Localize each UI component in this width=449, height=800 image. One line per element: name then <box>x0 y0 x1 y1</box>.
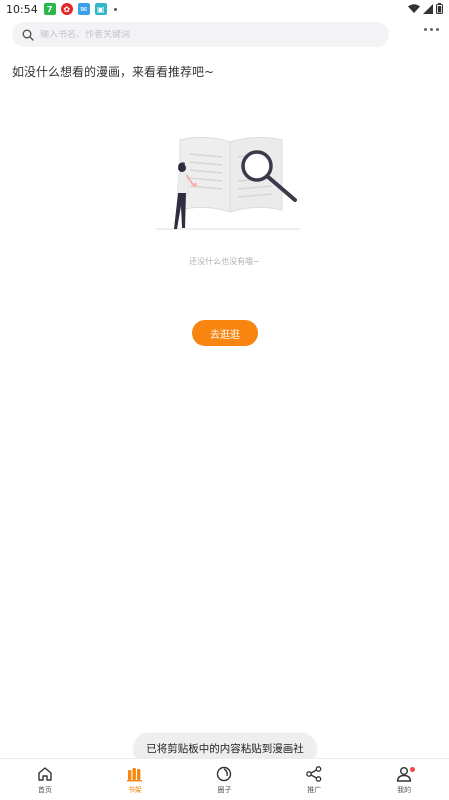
nav-item-home[interactable]: 首页 <box>0 759 90 800</box>
battery-icon <box>436 3 443 14</box>
nav-item-circle[interactable]: 圈子 <box>180 759 270 800</box>
nav-label-profile: 我的 <box>397 785 412 794</box>
status-bar: 10:54 7 ✿ ✉ ▣ <box>0 0 449 18</box>
status-right <box>408 3 443 14</box>
nav-item-profile[interactable]: 我的 <box>359 759 449 800</box>
empty-illustration <box>156 136 300 230</box>
nav-label-home: 首页 <box>37 785 52 794</box>
nav-label-promote: 推广 <box>307 785 322 794</box>
bottom-nav: 首页 书架 圈子 推广 我的 <box>0 758 449 800</box>
bookshelf-icon <box>126 767 142 781</box>
empty-state-text: 还没什么也没有哦~ <box>189 257 260 266</box>
circle-icon <box>217 766 232 781</box>
signal-icon <box>423 3 433 14</box>
search-bar[interactable] <box>12 22 389 47</box>
app-green-icon: 7 <box>43 3 56 15</box>
notification-badge-dot <box>410 767 416 772</box>
more-options-button[interactable] <box>424 28 439 31</box>
wifi-icon <box>408 3 420 13</box>
app-blue-icon: ✉ <box>77 3 90 15</box>
share-icon <box>306 765 322 782</box>
go-browse-button[interactable]: 去逛逛 <box>192 320 258 346</box>
recommend-prompt: 如没什么想看的漫画，来看看推荐吧~ <box>12 65 215 79</box>
screen: 10:54 7 ✿ ✉ ▣ 如没什么想看的漫画，来看看推荐吧~ <box>0 0 449 800</box>
app-teal-icon: ▣ <box>94 3 107 15</box>
status-time: 10:54 <box>6 2 38 16</box>
home-icon <box>38 766 52 781</box>
more-notifications-icon <box>113 7 117 11</box>
nav-item-bookshelf[interactable]: 书架 <box>90 759 180 800</box>
app-red-icon: ✿ <box>60 3 73 15</box>
search-input[interactable] <box>40 29 360 40</box>
nav-item-promote[interactable]: 推广 <box>269 759 359 800</box>
search-icon <box>22 29 34 41</box>
nav-label-circle: 圈子 <box>217 785 232 794</box>
nav-label-bookshelf: 书架 <box>127 785 142 794</box>
